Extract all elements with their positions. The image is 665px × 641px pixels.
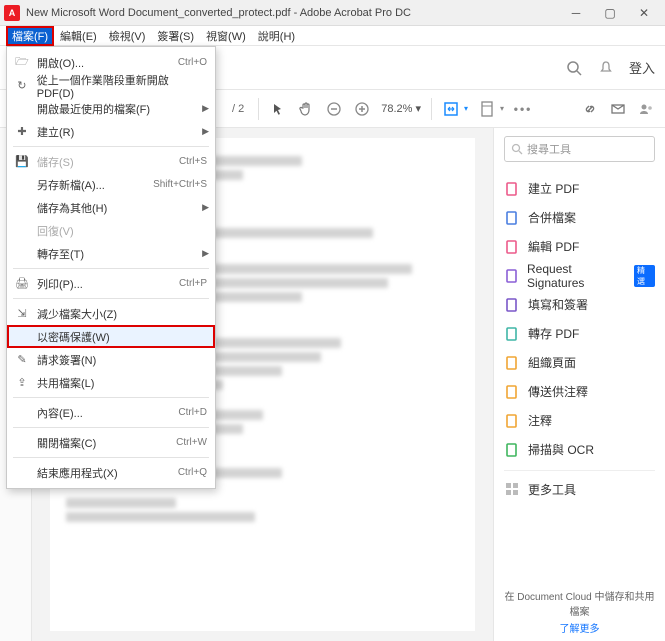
menu-print[interactable]: 🖨列印(P)...Ctrl+P <box>7 272 215 295</box>
maximize-button[interactable]: ▢ <box>593 2 627 24</box>
menu-saveas[interactable]: 另存新檔(A)...Shift+Ctrl+S <box>7 173 215 196</box>
mail-icon[interactable] <box>609 100 627 118</box>
share-icon: ⇪ <box>13 375 31 391</box>
window-title: New Microsoft Word Document_converted_pr… <box>26 7 559 19</box>
menu-exit[interactable]: 結束應用程式(X)Ctrl+Q <box>7 461 215 484</box>
menu-reduce-size[interactable]: ⇲減少檔案大小(Z) <box>7 302 215 325</box>
tool-label: 編輯 PDF <box>528 238 579 255</box>
tool-label: 建立 PDF <box>528 180 579 197</box>
tool-label: 組織頁面 <box>528 354 576 371</box>
more-tools-label: 更多工具 <box>528 481 576 498</box>
tool-icon <box>504 297 520 313</box>
tool-icon <box>504 355 520 371</box>
hand-icon[interactable] <box>297 100 315 118</box>
menu-save-other[interactable]: 儲存為其他(H)▶ <box>7 196 215 219</box>
window-titlebar: A New Microsoft Word Document_converted_… <box>0 0 665 26</box>
menu-view[interactable]: 檢視(V) <box>103 26 152 46</box>
link-icon[interactable] <box>581 100 599 118</box>
tool-icon <box>504 442 520 458</box>
tool-badge: 精選 <box>634 265 655 287</box>
tool-item-6[interactable]: 組織頁面 <box>504 348 655 377</box>
file-menu-dropdown: 🗁開啟(O)...Ctrl+O ↻從上一個作業階段重新開啟 PDF(D) 開啟最… <box>6 46 216 489</box>
menu-revert: 回復(V) <box>7 219 215 242</box>
page-indicator: / 2 <box>232 103 244 115</box>
menu-reopen-pdf[interactable]: ↻從上一個作業階段重新開啟 PDF(D) <box>7 74 215 97</box>
tool-icon <box>504 181 520 197</box>
search-placeholder: 搜尋工具 <box>527 141 571 157</box>
fit-width-icon[interactable] <box>442 100 460 118</box>
tool-label: 合併檔案 <box>528 209 576 226</box>
tool-label: 傳送供注釋 <box>528 383 588 400</box>
page-display-icon[interactable] <box>478 100 496 118</box>
sign-icon: ✎ <box>13 352 31 368</box>
submenu-arrow-icon: ▶ <box>202 248 209 259</box>
tool-icon <box>504 210 520 226</box>
menu-file[interactable]: 檔案(F) <box>6 26 54 46</box>
cloud-note: 在 Document Cloud 中儲存和共用檔案 <box>504 582 655 620</box>
close-button[interactable]: ✕ <box>627 2 661 24</box>
tool-item-2[interactable]: 編輯 PDF <box>504 232 655 261</box>
submenu-arrow-icon: ▶ <box>202 126 209 137</box>
save-icon: 💾 <box>13 154 31 170</box>
tool-item-1[interactable]: 合併檔案 <box>504 203 655 232</box>
people-icon[interactable] <box>637 100 655 118</box>
tool-item-7[interactable]: 傳送供注釋 <box>504 377 655 406</box>
reduce-icon: ⇲ <box>13 306 31 322</box>
tool-label: 轉存 PDF <box>528 325 579 342</box>
print-icon: 🖨 <box>13 276 31 292</box>
tools-panel: 搜尋工具 建立 PDF 合併檔案編輯 PDF Request Signatures 精… <box>493 128 665 641</box>
more-tools[interactable]: 更多工具 <box>504 470 655 499</box>
pointer-icon[interactable] <box>269 100 287 118</box>
zoom-out-icon[interactable] <box>325 100 343 118</box>
menu-help[interactable]: 說明(H) <box>252 26 301 46</box>
menu-edit[interactable]: 編輯(E) <box>54 26 103 46</box>
reopen-icon: ↻ <box>13 78 31 94</box>
menu-create[interactable]: ✚建立(R)▶ <box>7 120 215 143</box>
tool-icon <box>504 413 520 429</box>
tool-icon <box>504 239 520 255</box>
zoom-level[interactable]: 78.2% ▾ <box>381 102 421 115</box>
menu-request-sign[interactable]: ✎請求簽署(N) <box>7 348 215 371</box>
more-icon[interactable]: ••• <box>514 100 532 118</box>
minimize-button[interactable]: ─ <box>559 2 593 24</box>
tool-item-9[interactable]: 掃描與 OCR <box>504 435 655 464</box>
login-button[interactable]: 登入 <box>629 58 655 77</box>
menu-save: 💾儲存(S)Ctrl+S <box>7 150 215 173</box>
tool-item-5[interactable]: 轉存 PDF <box>504 319 655 348</box>
zoom-in-icon[interactable] <box>353 100 371 118</box>
tool-item-0[interactable]: 建立 PDF <box>504 174 655 203</box>
tool-item-4[interactable]: 填寫和簽署 <box>504 290 655 319</box>
tool-label: Request Signatures <box>527 262 626 290</box>
tool-item-8[interactable]: 注釋 <box>504 406 655 435</box>
tool-label: 注釋 <box>528 412 552 429</box>
menu-password-protect[interactable]: 以密碼保護(W) <box>7 325 215 348</box>
menu-close-file[interactable]: 關閉檔案(C)Ctrl+W <box>7 431 215 454</box>
create-icon: ✚ <box>13 124 31 140</box>
submenu-arrow-icon: ▶ <box>202 202 209 213</box>
cloud-learn-more-link[interactable]: 了解更多 <box>504 620 655 635</box>
menu-recent[interactable]: 開啟最近使用的檔案(F)▶ <box>7 97 215 120</box>
bell-icon[interactable] <box>597 59 615 77</box>
menubar: 檔案(F) 編輯(E) 檢視(V) 簽署(S) 視窗(W) 說明(H) <box>0 26 665 46</box>
tool-label: 掃描與 OCR <box>528 441 594 458</box>
tool-icon <box>504 384 520 400</box>
menu-share[interactable]: ⇪共用檔案(L) <box>7 371 215 394</box>
tool-item-3[interactable]: Request Signatures 精選 <box>504 261 655 290</box>
app-icon: A <box>4 5 20 21</box>
menu-export-to[interactable]: 轉存至(T)▶ <box>7 242 215 265</box>
tool-icon <box>504 268 519 284</box>
search-tools-input[interactable]: 搜尋工具 <box>504 136 655 162</box>
search-icon[interactable] <box>565 59 583 77</box>
tool-icon <box>504 326 520 342</box>
menu-properties[interactable]: 內容(E)...Ctrl+D <box>7 401 215 424</box>
open-folder-icon: 🗁 <box>13 55 31 71</box>
menu-window[interactable]: 視窗(W) <box>200 26 252 46</box>
tool-label: 填寫和簽署 <box>528 296 588 313</box>
menu-sign[interactable]: 簽署(S) <box>151 26 200 46</box>
submenu-arrow-icon: ▶ <box>202 103 209 114</box>
